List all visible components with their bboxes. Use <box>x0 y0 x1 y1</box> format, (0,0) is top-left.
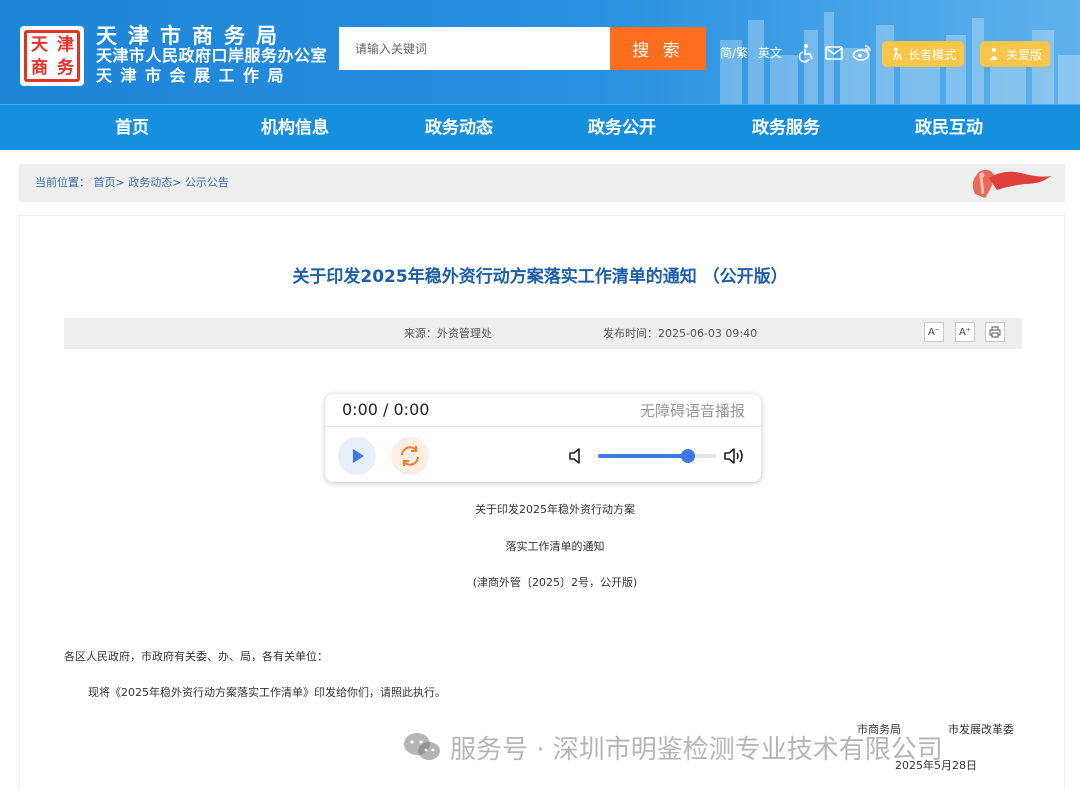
org-name-commerce: 天津市商务局 <box>96 24 288 48</box>
breadcrumb: 当前位置： 首页> 政务动态> 公示公告 <box>35 164 229 202</box>
doc-title-line-2: 落实工作清单的通知 <box>505 540 605 553</box>
search-input[interactable] <box>339 27 611 70</box>
care-version-label: 关爱版 <box>1006 47 1043 62</box>
font-increase-button[interactable]: A⁺ <box>955 322 975 342</box>
player-divider <box>325 426 761 427</box>
top-links: 简/繁 英文 <box>720 44 782 61</box>
care-icon <box>990 47 998 60</box>
article-source: 来源：外资管理处 <box>404 327 492 340</box>
audio-player: 0:00 / 0:00 无障碍语音播报 <box>325 394 761 482</box>
care-version-button[interactable]: 关爱版 <box>980 41 1051 67</box>
loop-button[interactable] <box>391 437 429 475</box>
doc-title-line-1: 关于印发2025年稳外资行动方案 <box>475 503 635 516</box>
site-logo[interactable]: 天 津 商 务 <box>20 26 84 86</box>
nav-item-gov-news[interactable]: 政务动态 <box>425 105 493 151</box>
nav-item-home[interactable]: 首页 <box>115 105 149 151</box>
breadcrumb-announcements[interactable]: 公示公告 <box>185 176 229 189</box>
simplified-traditional-link[interactable]: 简/繁 <box>720 44 748 61</box>
breadcrumb-prefix: 当前位置： <box>35 176 90 189</box>
organization-names: 天津市商务局 天津市人民政府口岸服务办公室 天津市会展工作局 <box>96 26 327 86</box>
nav-item-org-info[interactable]: 机构信息 <box>261 105 329 151</box>
volume-slider[interactable] <box>598 449 716 463</box>
watermark-text: 服务号 · 深圳市明鉴检测专业技术有限公司 <box>450 734 943 765</box>
doc-number: (津商外管〔2025〕2号，公开版) <box>472 576 638 589</box>
print-button[interactable] <box>985 322 1005 342</box>
doc-signer-ndrc: 市发展改革委 <box>948 723 1014 736</box>
article-meta-bar: 来源：外资管理处 发布时间：2025-06-03 09:40 A⁻ A⁺ <box>64 318 1022 349</box>
volume-slider-knob[interactable] <box>680 449 695 463</box>
breadcrumb-bar: 当前位置： 首页> 政务动态> 公示公告 <box>19 164 1065 202</box>
doc-salutation: 各区人民政府，市政府有关委、办、局，各有关单位： <box>64 650 328 663</box>
elder-mode-label: 长者模式 <box>908 47 957 62</box>
logo-char: 务 <box>57 58 74 78</box>
search-button[interactable]: 搜 索 <box>610 27 706 70</box>
font-decrease-button[interactable]: A⁻ <box>924 322 944 342</box>
logo-char: 津 <box>57 35 74 55</box>
audio-time: 0:00 / 0:00 <box>342 400 430 419</box>
elder-mode-button[interactable]: 长者模式 <box>882 41 965 67</box>
breadcrumb-home[interactable]: 首页> <box>94 176 125 189</box>
elder-icon <box>893 47 902 61</box>
nav-item-gov-services[interactable]: 政务服务 <box>752 105 820 151</box>
flag-decoration <box>972 169 1051 198</box>
main-nav: 首页 机构信息 政务动态 政务公开 政务服务 政民互动 <box>0 104 1080 150</box>
article-publish-time: 发布时间：2025-06-03 09:40 <box>603 327 758 340</box>
play-icon <box>353 449 364 463</box>
mail-icon[interactable] <box>824 43 844 63</box>
nav-item-gov-disclosure[interactable]: 政务公开 <box>588 105 656 151</box>
accessibility-icon[interactable] <box>796 43 816 63</box>
doc-body-paragraph: 现将《2025年稳外资行动方案落实工作清单》印发给你们，请照此执行。 <box>88 686 446 699</box>
nav-item-interaction[interactable]: 政民互动 <box>915 105 983 151</box>
watermark: 服务号 · 深圳市明鉴检测专业技术有限公司 <box>402 727 943 767</box>
logo-char: 天 <box>31 35 48 55</box>
breadcrumb-gov-news[interactable]: 政务动态> <box>128 176 181 189</box>
org-name-port-office: 天津市人民政府口岸服务办公室 <box>96 46 328 65</box>
wechat-icon <box>404 733 440 760</box>
volume-high-icon[interactable] <box>723 446 745 466</box>
audio-label: 无障碍语音播报 <box>639 402 745 420</box>
org-name-exhibition: 天津市会展工作局 <box>96 66 293 85</box>
refresh-icon <box>401 446 419 466</box>
volume-low-icon[interactable] <box>568 446 584 466</box>
site-header: 天 津 商 务 天津市商务局 天津市人民政府口岸服务办公室 天津市会展工作局 搜… <box>0 0 1080 104</box>
logo-char: 商 <box>31 58 48 78</box>
play-button[interactable] <box>338 437 376 475</box>
weibo-icon[interactable] <box>852 43 872 63</box>
print-icon <box>989 326 1001 338</box>
volume-slider-fill <box>598 454 688 458</box>
article-title: 关于印发2025年稳外资行动方案落实工作清单的通知 （公开版） <box>292 267 788 287</box>
english-link[interactable]: 英文 <box>758 44 782 61</box>
